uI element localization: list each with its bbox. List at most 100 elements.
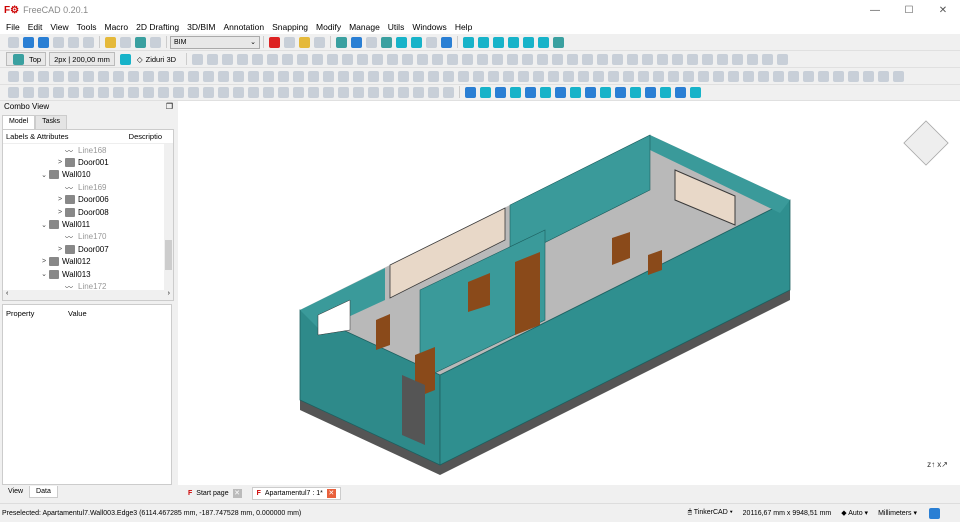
expander-icon[interactable]: > (39, 258, 49, 265)
toolbar-tool-icon[interactable] (357, 53, 369, 65)
menu-annotation[interactable]: Annotation (219, 22, 268, 32)
toolbar-tool-icon[interactable] (463, 36, 474, 48)
toolbar-tool-icon[interactable] (578, 70, 589, 82)
toolbar-tool-icon[interactable] (747, 53, 759, 65)
close-tab-icon[interactable]: ✕ (326, 488, 336, 498)
menu-view[interactable]: View (46, 22, 72, 32)
toolbar-tool-icon[interactable] (113, 86, 124, 98)
toolbar-tool-icon[interactable] (537, 53, 549, 65)
toolbar-tool-icon[interactable] (555, 86, 566, 98)
toolbar-tool-icon[interactable] (188, 70, 199, 82)
toolbar-tool-icon[interactable] (53, 70, 64, 82)
tree-item[interactable]: 〰 Line168 (3, 144, 173, 156)
toolbar-tool-icon[interactable] (675, 86, 686, 98)
toolbar-tool-icon[interactable] (8, 86, 19, 98)
toolbar-tool-icon[interactable] (297, 53, 309, 65)
toolbar-tool-icon[interactable] (143, 86, 154, 98)
toolbar-tool-icon[interactable] (773, 70, 784, 82)
toolbar-tool-icon[interactable] (323, 86, 334, 98)
toolbar-tool-icon[interactable] (83, 70, 94, 82)
toolbar-tool-icon[interactable] (893, 70, 904, 82)
toolbar-tool-icon[interactable] (480, 86, 491, 98)
toolbar-tool-icon[interactable] (158, 86, 169, 98)
toolbar-tool-icon[interactable] (743, 70, 754, 82)
toolbar-tool-icon[interactable] (237, 53, 249, 65)
expander-icon[interactable]: > (55, 196, 65, 203)
toolbar-tool-icon[interactable] (203, 86, 214, 98)
3d-viewport[interactable]: z↑ x↗ (178, 101, 960, 485)
toolbar-tool-icon[interactable] (248, 86, 259, 98)
toolbar-tool-icon[interactable] (630, 86, 641, 98)
toolbar-tool-icon[interactable] (428, 70, 439, 82)
working-plane-button[interactable]: ◇ Ziduri 3D (133, 52, 180, 66)
toolbar-tool-icon[interactable] (495, 86, 506, 98)
toolbar-tool-icon[interactable] (233, 86, 244, 98)
toolbar-tool-icon[interactable] (263, 86, 274, 98)
toolbar-tool-icon[interactable] (660, 86, 671, 98)
toolbar-tool-icon[interactable] (396, 36, 407, 48)
toolbar-tool-icon[interactable] (493, 36, 504, 48)
toolbar-tool-icon[interactable] (398, 86, 409, 98)
toolbar-tool-icon[interactable] (68, 36, 79, 48)
toolbar-tool-icon[interactable] (593, 70, 604, 82)
toolbar-tool-icon[interactable] (758, 70, 769, 82)
menu-tools[interactable]: Tools (73, 22, 101, 32)
toolbar-tool-icon[interactable] (351, 36, 362, 48)
toolbar-tool-icon[interactable] (540, 86, 551, 98)
toolbar-tool-icon[interactable] (462, 53, 474, 65)
expander-icon[interactable]: > (55, 209, 65, 216)
toolbar-tool-icon[interactable] (218, 70, 229, 82)
toolbar-tool-icon[interactable] (570, 86, 581, 98)
toolbar-tool-icon[interactable] (278, 86, 289, 98)
units-button[interactable]: Millimeters ▾ (878, 509, 917, 517)
menu-3d-bim[interactable]: 3D/BIM (183, 22, 219, 32)
toolbar-tool-icon[interactable] (8, 36, 19, 48)
toolbar-tool-icon[interactable] (338, 86, 349, 98)
tree-item[interactable]: ⌄ Wall010 (3, 169, 173, 181)
toolbar-tool-icon[interactable] (507, 53, 519, 65)
toolbar-tool-icon[interactable] (98, 86, 109, 98)
expander-icon[interactable]: > (55, 246, 65, 253)
toolbar-tool-icon[interactable] (552, 53, 564, 65)
menu-snapping[interactable]: Snapping (268, 22, 312, 32)
toolbar-tool-icon[interactable] (645, 86, 656, 98)
toolbar-tool-icon[interactable] (698, 70, 709, 82)
toolbar-tool-icon[interactable] (518, 70, 529, 82)
tab-model[interactable]: Model (2, 115, 36, 129)
toolbar-tool-icon[interactable] (23, 86, 34, 98)
toolbar-tool-icon[interactable] (192, 53, 204, 65)
toolbar-tool-icon[interactable] (383, 70, 394, 82)
toolbar-tool-icon[interactable] (788, 70, 799, 82)
toolbar-tool-icon[interactable] (53, 86, 64, 98)
expander-icon[interactable]: ⌄ (39, 270, 49, 278)
toolbar-tool-icon[interactable] (83, 86, 94, 98)
toolbar-tool-icon[interactable] (553, 36, 564, 48)
toolbar-tool-icon[interactable] (432, 53, 444, 65)
toolbar-tool-icon[interactable] (252, 53, 264, 65)
toolbar-tool-icon[interactable] (803, 70, 814, 82)
toolbar-tool-icon[interactable] (368, 70, 379, 82)
toolbar-tool-icon[interactable] (863, 70, 874, 82)
toolbar-tool-icon[interactable] (687, 53, 699, 65)
toolbar-tool-icon[interactable] (98, 70, 109, 82)
toolbar-tool-icon[interactable] (381, 36, 392, 48)
toolbar-tool-icon[interactable] (672, 53, 684, 65)
toolbar-tool-icon[interactable] (248, 70, 259, 82)
toolbar-tool-icon[interactable] (53, 36, 64, 48)
toolbar-tool-icon[interactable] (398, 70, 409, 82)
toolbar-tool-icon[interactable] (312, 53, 324, 65)
toolbar-tool-icon[interactable] (68, 70, 79, 82)
toolbar-tool-icon[interactable] (314, 36, 325, 48)
toolbar-tool-icon[interactable] (428, 86, 439, 98)
toolbar-tool-icon[interactable] (83, 36, 94, 48)
toolbar-tool-icon[interactable] (23, 36, 34, 48)
toolbar-tool-icon[interactable] (623, 70, 634, 82)
toolbar-tool-icon[interactable] (299, 36, 310, 48)
expander-icon[interactable]: > (55, 159, 65, 166)
tree-item[interactable]: ⌄ Wall013 (3, 268, 173, 280)
tab-view[interactable]: View (2, 486, 29, 498)
toolbar-tool-icon[interactable] (563, 70, 574, 82)
menu-utils[interactable]: Utils (384, 22, 409, 32)
navigation-style-button[interactable]: 🖱 TinkerCAD ▾ (688, 509, 733, 517)
toolbar-tool-icon[interactable] (777, 53, 789, 65)
